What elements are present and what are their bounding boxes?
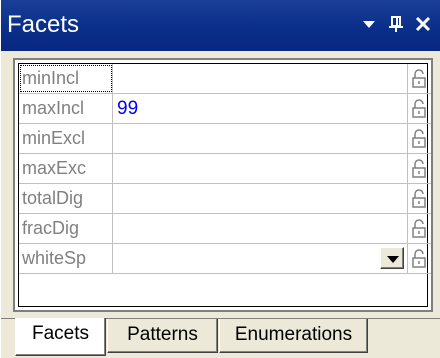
whitespace-dropdown-button[interactable]	[380, 247, 404, 269]
facet-name[interactable]: whiteSp	[19, 244, 113, 273]
lock-toggle[interactable]	[407, 214, 431, 243]
panel-menu-button[interactable]	[356, 10, 382, 38]
facet-value-field[interactable]	[114, 64, 405, 93]
facet-row-fracdig[interactable]: fracDig	[19, 214, 431, 244]
unlock-icon	[412, 99, 426, 118]
unlock-icon	[412, 219, 426, 238]
tab-enumerations[interactable]: Enumerations	[219, 319, 368, 353]
facet-row-maxincl[interactable]: maxIncl 99	[19, 94, 431, 124]
facet-name[interactable]: totalDig	[19, 184, 113, 213]
pin-button[interactable]	[383, 10, 409, 38]
lock-toggle[interactable]	[407, 244, 431, 273]
facets-grid: minIncl maxIncl 99 minExcl maxExc totalD…	[18, 63, 431, 307]
unlock-icon	[412, 69, 426, 88]
facets-grid-frame: minIncl maxIncl 99 minExcl maxExc totalD…	[13, 58, 433, 312]
close-button[interactable]	[410, 10, 436, 38]
facet-row-whitesp[interactable]: whiteSp	[19, 244, 431, 274]
unlock-icon	[412, 189, 426, 208]
chevron-down-icon	[363, 21, 375, 28]
lock-toggle[interactable]	[407, 124, 431, 153]
facets-tab-bar: Facets Patterns Enumerations	[1, 318, 440, 358]
facets-panel: Facets minIncl maxIncl 99 minExcl maxExc…	[0, 0, 440, 358]
lock-toggle[interactable]	[407, 184, 431, 213]
facet-value-select[interactable]	[114, 244, 405, 273]
facet-name[interactable]: minExcl	[19, 124, 113, 153]
unlock-icon	[412, 159, 426, 178]
facet-row-minexcl[interactable]: minExcl	[19, 124, 431, 154]
tab-facets[interactable]: Facets	[15, 318, 106, 356]
facet-name[interactable]: minIncl	[19, 64, 113, 93]
facet-row-minincl[interactable]: minIncl	[19, 64, 431, 94]
lock-toggle[interactable]	[407, 154, 431, 183]
pin-icon	[389, 16, 403, 32]
panel-title: Facets	[7, 11, 80, 38]
unlock-icon	[412, 129, 426, 148]
dropdown-arrow-icon	[387, 256, 399, 263]
lock-toggle[interactable]	[407, 64, 431, 93]
close-icon	[415, 16, 431, 32]
facet-value-field[interactable]	[114, 214, 405, 243]
panel-titlebar[interactable]: Facets	[1, 0, 440, 51]
facet-row-totaldig[interactable]: totalDig	[19, 184, 431, 214]
facet-value-field[interactable]	[114, 154, 405, 183]
tab-patterns[interactable]: Patterns	[107, 319, 218, 353]
facet-row-maxexc[interactable]: maxExc	[19, 154, 431, 184]
facet-name[interactable]: fracDig	[19, 214, 113, 243]
facet-value-field[interactable]	[114, 124, 405, 153]
facet-value-field[interactable]: 99	[114, 94, 405, 123]
facet-name[interactable]: maxExc	[19, 154, 113, 183]
lock-toggle[interactable]	[407, 94, 431, 123]
facet-value-field[interactable]	[114, 184, 405, 213]
facet-name[interactable]: maxIncl	[19, 94, 113, 123]
unlock-icon	[412, 249, 426, 268]
